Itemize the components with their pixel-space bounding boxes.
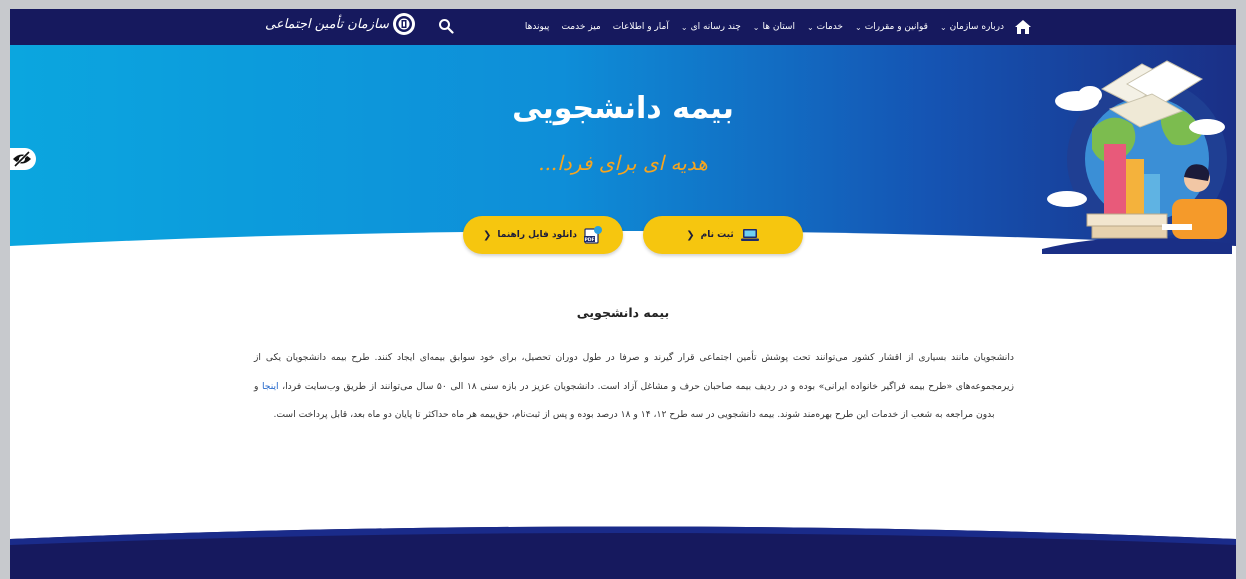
nav-item-multimedia[interactable]: چند رسانه ای ⌄ xyxy=(681,22,741,32)
nav-menu: درباره سازمان ⌄ قوانین و مقررات ⌄ خدمات … xyxy=(525,9,1004,45)
site-logo[interactable]: سازمان تأمین اجتماعی xyxy=(265,13,415,35)
chevron-down-icon: ⌄ xyxy=(939,22,947,32)
nav-item-statistics[interactable]: آمار و اطلاعات xyxy=(613,22,669,32)
top-nav: درباره سازمان ⌄ قوانین و مقررات ⌄ خدمات … xyxy=(10,9,1236,45)
nav-item-label: خدمات xyxy=(816,22,843,32)
nav-item-services[interactable]: خدمات ⌄ xyxy=(807,22,843,32)
chevron-left-icon: ❮ xyxy=(483,229,492,241)
nav-item-links[interactable]: پیوندها xyxy=(525,22,550,32)
nav-item-label: استان ها xyxy=(762,22,795,32)
chevron-down-icon: ⌄ xyxy=(806,22,814,32)
logo-text: سازمان تأمین اجتماعی xyxy=(265,16,389,32)
eye-slash-icon[interactable] xyxy=(10,148,36,170)
chevron-down-icon: ⌄ xyxy=(752,22,760,32)
logo-emblem-icon xyxy=(392,13,415,35)
nav-item-label: درباره سازمان xyxy=(949,22,1004,32)
page-frame: درباره سازمان ⌄ قوانین و مقررات ⌄ خدمات … xyxy=(10,9,1236,579)
hero-banner: بیمه دانشجویی هدیه ای برای فردا... ثبت ن… xyxy=(10,45,1236,265)
chevron-down-icon: ⌄ xyxy=(855,22,862,32)
nav-item-label: قوانین و مقررات xyxy=(864,22,928,32)
footer-band xyxy=(10,526,1236,579)
nav-item-label: چند رسانه ای xyxy=(690,22,741,32)
content-title: بیمه دانشجویی xyxy=(576,305,670,320)
laptop-icon xyxy=(740,229,759,241)
chevron-down-icon: ⌄ xyxy=(680,22,688,32)
chevron-left-icon: ❮ xyxy=(686,229,695,241)
nav-item-about[interactable]: درباره سازمان ⌄ xyxy=(940,22,1004,32)
nav-item-label: پیوندها xyxy=(524,22,550,32)
nav-item-label: آمار و اطلاعات xyxy=(612,22,669,32)
fard-site-link[interactable]: اینجا xyxy=(262,381,279,392)
svg-text:PDF: PDF xyxy=(584,237,594,243)
download-button-label: دانلود فایل راهنما xyxy=(497,230,577,240)
nav-item-label: میز خدمت xyxy=(561,22,601,32)
pdf-icon: PDF xyxy=(583,226,602,244)
student-books-illustration xyxy=(1042,60,1232,254)
nav-item-provinces[interactable]: استان ها ⌄ xyxy=(753,22,795,32)
nav-item-laws[interactable]: قوانین و مقررات ⌄ xyxy=(855,22,928,32)
content-paragraph: دانشجویان مانند بسیاری از اقشار کشور می‌… xyxy=(254,344,1014,430)
search-icon[interactable] xyxy=(438,18,454,34)
signup-button[interactable]: ثبت نام ❮ xyxy=(643,216,803,254)
signup-button-label: ثبت نام xyxy=(700,230,734,240)
home-icon[interactable] xyxy=(1014,19,1032,35)
download-guide-button[interactable]: PDF دانلود فایل راهنما ❮ xyxy=(463,216,623,254)
paragraph-text: دانشجویان مانند بسیاری از اقشار کشور می‌… xyxy=(254,352,1014,392)
nav-item-service-desk[interactable]: میز خدمت xyxy=(561,22,600,32)
